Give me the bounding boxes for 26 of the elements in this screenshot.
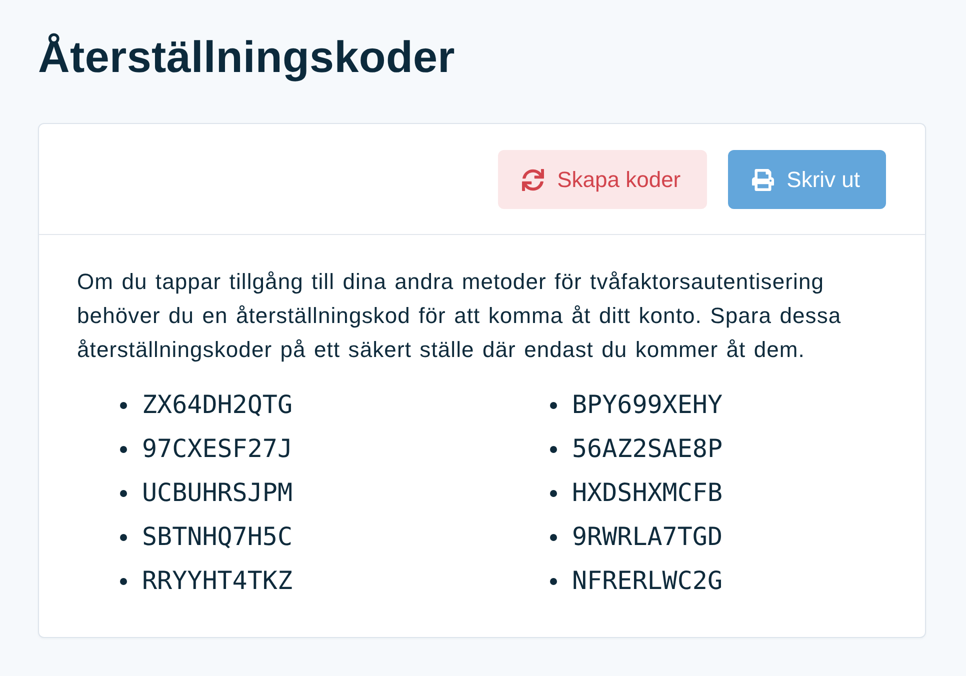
recovery-code: 56AZ2SAE8P	[572, 434, 723, 464]
recovery-code: ZX64DH2QTG	[142, 390, 293, 420]
bullet-icon	[120, 490, 127, 496]
recovery-code: RRYYHT4TKZ	[142, 566, 293, 596]
bullet-icon	[550, 490, 557, 496]
recovery-code: 9RWRLA7TGD	[572, 522, 723, 552]
recovery-code: SBTNHQ7H5C	[142, 522, 293, 552]
recovery-code: NFRERLWC2G	[572, 566, 723, 596]
print-button[interactable]: Skriv ut	[728, 150, 886, 209]
recovery-code: BPY699XEHY	[572, 390, 723, 420]
bullet-icon	[550, 578, 557, 584]
description-text: Om du tappar tillgång till dina andra metoder för tvåfaktorsautentisering behöver du en återställningskod för att komma åt ditt konto. Spara dessa återställningskoder på ett säkert ställe där endast du kommer åt dem.	[77, 268, 842, 364]
printer-icon	[752, 168, 774, 190]
bullet-icon	[550, 402, 557, 408]
page-title: Återställningskoder	[38, 32, 456, 84]
recovery-code: 97CXESF27J	[142, 434, 293, 464]
bullet-icon	[550, 446, 557, 452]
bullet-icon	[120, 402, 127, 408]
create-codes-button[interactable]: Skapa koder	[498, 150, 707, 209]
bullet-icon	[120, 446, 127, 452]
bullet-icon	[120, 578, 127, 584]
bullet-icon	[550, 534, 557, 540]
bullet-icon	[120, 534, 127, 540]
recovery-code: UCBUHRSJPM	[142, 478, 293, 508]
recovery-code: HXDSHXMCFB	[572, 478, 723, 508]
refresh-icon	[522, 168, 544, 190]
